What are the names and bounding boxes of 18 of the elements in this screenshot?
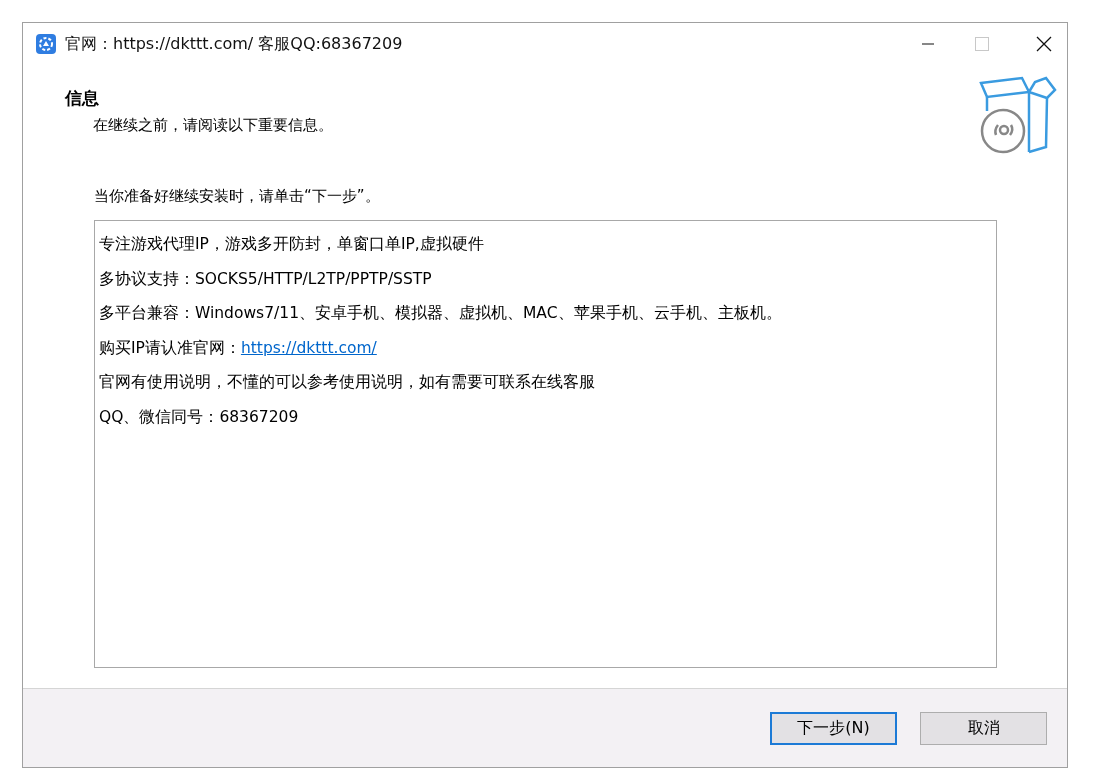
memo-line: 专注游戏代理IP，游戏多开防封，单窗口单IP,虚拟硬件 [99,234,485,255]
page-title: 信息 [65,87,100,110]
website-link[interactable]: https://dkttt.com/ [240,338,377,357]
window-title: 官网：https://dkttt.com/ 客服QQ:68367209 [65,33,404,55]
minimize-icon [922,43,934,45]
app-icon [35,33,57,55]
cancel-button[interactable]: 取消 [920,711,1047,745]
memo-line: 多平台兼容：Windows7/11、安卓手机、模拟器、虚拟机、MAC、苹果手机、云手机、主板机。 [99,303,783,325]
memo-line: 多协议支持：SOCKS5/HTTP/L2TP/PPTP/SSTP [99,268,433,290]
instruction-text: 当你准备好继续安装时，请单击“下一步”。 [94,187,381,206]
memo-line: 官网有使用说明，不懂的可以参考使用说明，如有需要可联系在线客服 [99,372,596,394]
page-subtitle: 在继续之前，请阅读以下重要信息。 [92,116,333,135]
next-button[interactable]: 下一步(N) [770,711,897,745]
memo-line: QQ、微信同号：68367209 [99,406,300,428]
close-icon [1036,36,1052,52]
box-disc-icon [977,75,1057,155]
maximize-icon [975,37,989,51]
memo-line: 购买IP请认准官网：https://dkttt.com/ [99,337,378,359]
